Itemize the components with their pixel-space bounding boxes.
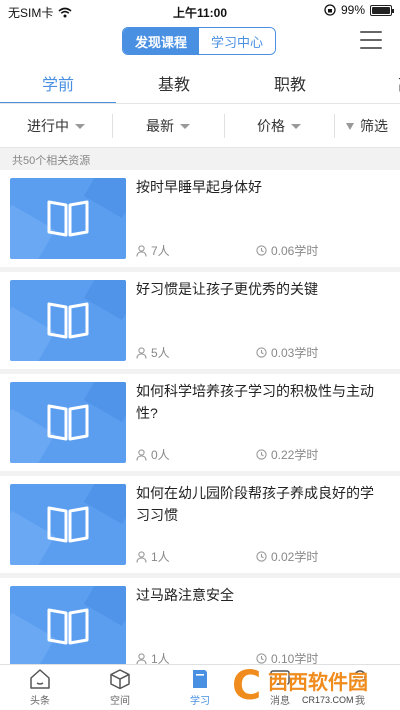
caret-down-icon [75, 123, 85, 129]
segment-discover-courses[interactable]: 发现课程 [123, 28, 199, 54]
course-card[interactable]: 按时早睡早起身体好 7人 0.06学时 [0, 170, 400, 267]
result-count: 共50个相关资源 [12, 155, 91, 167]
course-card[interactable]: 过马路注意安全 1人 0.10学时 [0, 578, 400, 675]
course-title: 如何科学培养孩子学习的积极性与主动性? [136, 383, 374, 421]
cube-icon [110, 669, 130, 690]
course-thumbnail [10, 586, 126, 667]
course-title: 按时早睡早起身体好 [136, 179, 262, 195]
clock-icon [256, 551, 267, 562]
orientation-lock-icon [324, 4, 336, 16]
tab-study[interactable]: 学习 [160, 668, 240, 710]
site-watermark: C 西西软件园 CR173.COM [232, 664, 382, 708]
tab-space[interactable]: 空间 [80, 668, 160, 710]
book-icon [47, 302, 89, 339]
sort-filter[interactable]: 最新 [112, 104, 224, 148]
learner-count: 7人 [151, 244, 170, 258]
tab-headlines[interactable]: 头条 [0, 668, 80, 710]
battery-icon [370, 4, 394, 16]
watermark-logo-icon: C [232, 663, 262, 709]
course-thumbnail [10, 382, 126, 463]
learner-count: 1人 [151, 550, 170, 564]
learner-count: 0人 [151, 448, 170, 462]
person-icon [136, 448, 147, 461]
price-filter[interactable]: 价格 [224, 104, 334, 148]
learner-count: 5人 [151, 346, 170, 360]
tab-higher-education[interactable]: 高 [348, 62, 400, 103]
filter-bar: 进行中 最新 价格 筛选 [0, 104, 400, 148]
course-hours: 0.02学时 [271, 550, 319, 564]
tab-basic-education[interactable]: 基教 [116, 62, 232, 103]
course-title: 过马路注意安全 [136, 587, 234, 603]
course-card[interactable]: 好习惯是让孩子更优秀的关键 5人 0.03学时 [0, 272, 400, 369]
tab-vocational-education[interactable]: 职教 [232, 62, 348, 103]
home-icon [30, 669, 50, 689]
tab-label: 空间 [110, 696, 130, 707]
tab-label: 头条 [30, 696, 50, 707]
watermark-text: 西西软件园 [268, 672, 368, 694]
clock-icon [256, 245, 267, 256]
course-card[interactable]: 如何在幼儿园阶段帮孩子养成良好的学习习惯 1人 0.02学时 [0, 476, 400, 573]
category-tabs: 学前 基教 职教 高 [0, 62, 400, 104]
top-header: 发现课程 学习中心 [0, 22, 400, 62]
book-icon [47, 200, 89, 237]
status-filter[interactable]: 进行中 [0, 104, 112, 148]
clock-icon [256, 347, 267, 358]
tab-preschool[interactable]: 学前 [0, 62, 116, 103]
person-icon [136, 346, 147, 359]
menu-icon[interactable] [360, 31, 382, 49]
course-title: 好习惯是让孩子更优秀的关键 [136, 281, 318, 297]
clock-icon [256, 449, 267, 460]
course-title: 如何在幼儿园阶段帮孩子养成良好的学习习惯 [136, 485, 374, 523]
more-filter-label: 筛选 [360, 118, 388, 134]
price-filter-label: 价格 [257, 118, 285, 134]
funnel-icon [346, 122, 354, 130]
segmented-control: 发现课程 学习中心 [122, 27, 276, 55]
book-icon [47, 404, 89, 441]
course-thumbnail [10, 178, 126, 259]
sort-filter-label: 最新 [146, 118, 174, 134]
person-icon [136, 652, 147, 665]
course-thumbnail [10, 484, 126, 565]
person-icon [136, 244, 147, 257]
battery-percent: 99% [340, 3, 365, 17]
book-icon [47, 608, 89, 645]
caret-down-icon [291, 123, 301, 129]
more-filter-button[interactable]: 筛选 [334, 104, 400, 148]
course-hours: 0.03学时 [271, 346, 319, 360]
book-tab-icon [193, 670, 207, 688]
watermark-url: CR173.COM [302, 695, 354, 705]
status-bar: 无SIM卡 上午11:00 99% [0, 0, 400, 22]
tab-label: 学习 [190, 696, 210, 707]
course-hours: 0.22学时 [271, 448, 319, 462]
course-hours: 0.06学时 [271, 244, 319, 258]
course-card[interactable]: 如何科学培养孩子学习的积极性与主动性? 0人 0.22学时 [0, 374, 400, 471]
course-thumbnail [10, 280, 126, 361]
caret-down-icon [180, 123, 190, 129]
person-icon [136, 550, 147, 563]
status-filter-label: 进行中 [27, 118, 69, 134]
book-icon [47, 506, 89, 543]
segment-learning-center[interactable]: 学习中心 [199, 28, 275, 54]
